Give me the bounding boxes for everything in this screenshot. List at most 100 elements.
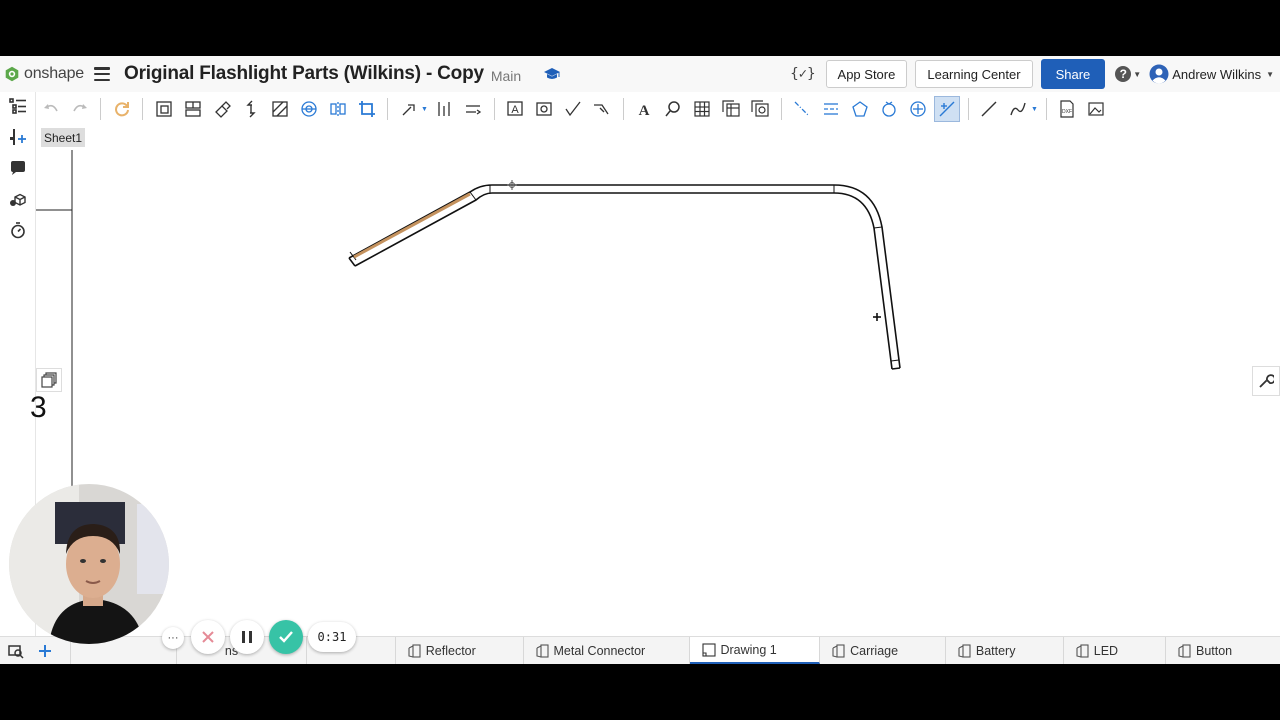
bracket-end-cap-right[interactable] [891, 367, 901, 370]
user-menu-chevron-icon[interactable]: ▼ [1266, 70, 1274, 79]
baseline-dimension-icon[interactable] [460, 96, 486, 122]
undo-icon[interactable] [38, 96, 64, 122]
tab-led[interactable]: LED [1064, 637, 1166, 664]
feature-list-icon[interactable] [8, 96, 28, 116]
tab-label: Reflector [425, 643, 476, 658]
part-studio-icon [1178, 643, 1191, 658]
user-avatar-icon[interactable] [1149, 64, 1169, 84]
bracket-tangent-edge [873, 226, 883, 229]
bracket-part-view[interactable] [348, 184, 901, 370]
section-view-icon[interactable] [238, 96, 264, 122]
tab-label: LED [1093, 643, 1119, 658]
branch-name[interactable]: Main [491, 68, 521, 84]
tab-label: Button [1195, 643, 1233, 658]
toolbar-separator [387, 98, 388, 120]
table-icon[interactable] [689, 96, 715, 122]
bracket-inner-edge[interactable] [354, 192, 893, 370]
redo-icon[interactable] [67, 96, 93, 122]
drawing-toolbar: ▼ A A ▼ DXF [36, 94, 1280, 124]
auxiliary-view-icon[interactable] [209, 96, 235, 122]
part-studio-icon [1076, 643, 1089, 658]
user-name[interactable]: Andrew Wilkins [1172, 67, 1261, 82]
bracket-end-cap-left[interactable] [348, 257, 356, 267]
help-icon[interactable]: ? [1115, 66, 1132, 82]
center-point-icon[interactable] [905, 96, 931, 122]
tab-button[interactable]: Button [1166, 637, 1280, 664]
app-store-button[interactable]: App Store [825, 60, 908, 88]
centerline-between-icon[interactable] [818, 96, 844, 122]
spline-icon[interactable] [1005, 96, 1031, 122]
chevron-down-icon[interactable]: ▼ [1133, 70, 1141, 79]
pause-icon [242, 631, 252, 643]
recorder-more-button[interactable]: ··· [162, 627, 184, 649]
tab-drawing-1[interactable]: Drawing 1 [690, 637, 821, 664]
bracket-end-edge-right [890, 359, 900, 362]
part-studio-icon [408, 643, 421, 658]
dimension-dropdown-icon[interactable]: ▼ [421, 106, 428, 113]
dimension-icon[interactable] [396, 96, 422, 122]
svg-text:DXF: DXF [1062, 109, 1072, 115]
search-tabs-icon[interactable] [8, 643, 24, 659]
break-view-icon[interactable] [325, 96, 351, 122]
bracket-tangent-edge [469, 191, 477, 201]
tab-label: Metal Connector [553, 643, 646, 658]
geometric-tolerance-icon[interactable] [934, 96, 961, 122]
text-format-icon[interactable]: A [631, 96, 657, 122]
toolbar-separator [780, 98, 782, 120]
check-icon [279, 631, 293, 643]
weld-symbol-icon[interactable] [589, 96, 615, 122]
line-icon[interactable] [976, 96, 1002, 122]
recorder-elapsed-time: 0:31 [308, 622, 356, 652]
center-mark-icon[interactable] [876, 96, 902, 122]
crop-icon[interactable] [354, 96, 380, 122]
onshape-logo-icon [5, 66, 19, 82]
highlighted-edge[interactable] [353, 192, 471, 259]
hole-table-icon[interactable] [747, 96, 773, 122]
center-mark-pattern-icon[interactable] [847, 96, 873, 122]
insert-view-icon[interactable] [151, 96, 177, 122]
inspect-icon[interactable] [660, 96, 686, 122]
tab-label: Carriage [850, 643, 899, 658]
tab-reflector[interactable]: Reflector [396, 637, 524, 664]
graduation-cap-icon[interactable] [543, 67, 561, 81]
ordinate-dimension-icon[interactable] [431, 96, 457, 122]
update-icon[interactable] [109, 96, 135, 122]
insert-icon[interactable] [8, 127, 28, 147]
bom-table-icon[interactable] [718, 96, 744, 122]
note-icon[interactable]: A [502, 96, 528, 122]
learning-center-button[interactable]: Learning Center [915, 60, 1033, 88]
sketch-dropdown-icon[interactable]: ▼ [1031, 106, 1038, 113]
wrench-icon[interactable] [1252, 366, 1280, 396]
export-image-icon[interactable] [1083, 96, 1109, 122]
main-menu-icon[interactable] [94, 67, 110, 81]
view-cube-icon[interactable] [36, 368, 62, 392]
toolbar-separator [622, 98, 624, 120]
recorder-pause-button[interactable] [230, 620, 264, 654]
comments-icon[interactable] [8, 158, 28, 178]
surface-finish-icon[interactable] [560, 96, 586, 122]
header-actions: {✓} App Store Learning Center Share ? ▼ … [790, 56, 1274, 92]
tab-carriage[interactable]: Carriage [820, 637, 946, 664]
datum-icon[interactable] [531, 96, 557, 122]
bracket-outer-edge[interactable] [348, 184, 901, 369]
document-title[interactable]: Original Flashlight Parts (Wilkins) - Co… [124, 63, 484, 85]
toolbar-separator [100, 98, 101, 120]
tab-battery[interactable]: Battery [946, 637, 1064, 664]
crop-view-icon[interactable] [267, 96, 293, 122]
onshape-app: onshape Original Flashlight Parts (Wilki… [0, 56, 1280, 664]
export-dxf-icon[interactable]: DXF [1054, 96, 1080, 122]
share-button[interactable]: Share [1040, 59, 1106, 89]
tab-metal-connector[interactable]: Metal Connector [524, 637, 691, 664]
projected-view-icon[interactable] [180, 96, 206, 122]
add-tab-icon[interactable] [38, 644, 52, 658]
centerline-icon[interactable] [789, 96, 815, 122]
drawing-canvas[interactable] [36, 124, 1252, 636]
onshape-logo[interactable]: onshape [4, 65, 84, 83]
variables-icon[interactable]: {✓} [790, 66, 815, 82]
recorder-finish-button[interactable] [269, 620, 303, 654]
history-stopwatch-icon[interactable] [8, 220, 28, 240]
detail-view-icon[interactable] [296, 96, 322, 122]
webcam-bubble[interactable] [9, 484, 169, 644]
recorder-cancel-button[interactable] [191, 620, 225, 654]
parts-cube-icon[interactable] [8, 189, 28, 209]
